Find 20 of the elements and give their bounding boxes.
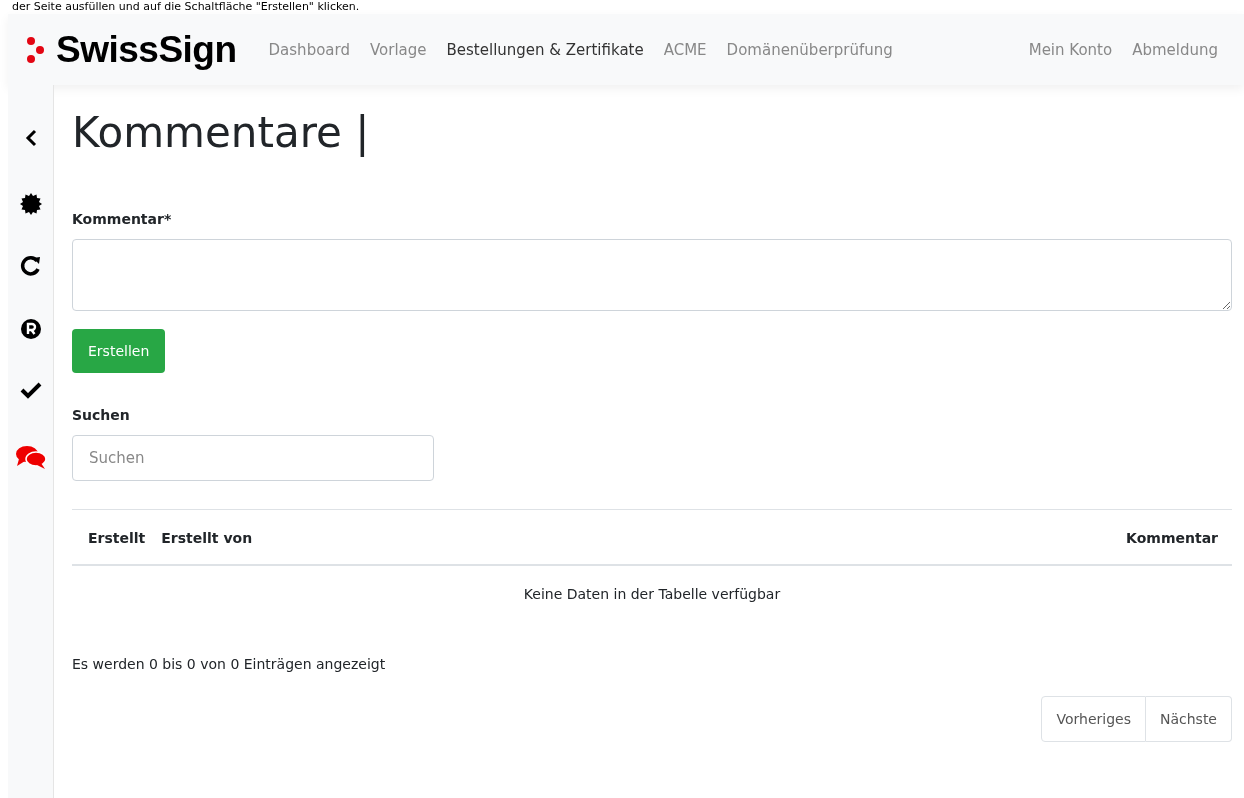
column-header[interactable]: Erstellt von [145, 509, 253, 565]
pagination-button[interactable]: Nächste [1145, 696, 1232, 742]
seal-icon[interactable] [18, 192, 43, 216]
cut-off-caption: der Seite ausfüllen und auf die Schaltfläche "Erstellen" klicken. [11, 0, 361, 14]
page-title: Kommentare | [72, 107, 371, 159]
search-field[interactable]: Suchen [72, 435, 434, 481]
comments-icon[interactable] [14, 444, 47, 470]
column-header[interactable]: Kommentar [252, 509, 1232, 565]
empty-table-message: Keine Daten in der Tabelle verfügbar [72, 565, 1232, 622]
brand-logo-text[interactable]: SwissSign [56, 28, 237, 71]
column-header[interactable]: Erstellt [72, 509, 146, 565]
refresh-icon[interactable] [19, 255, 42, 277]
field-label: Suchen [72, 407, 131, 423]
table-info-text: Es werden 0 bis 0 von 0 Einträgen angezeigt [72, 656, 387, 672]
check-icon[interactable] [19, 381, 42, 399]
registered-icon[interactable] [19, 318, 42, 340]
pagination-button[interactable]: Vorheriges [1041, 696, 1146, 742]
nav-link[interactable]: Bestellungen & Zertifikate [436, 40, 654, 59]
back-icon[interactable] [24, 129, 37, 147]
field-label: Kommentar* [72, 211, 173, 227]
